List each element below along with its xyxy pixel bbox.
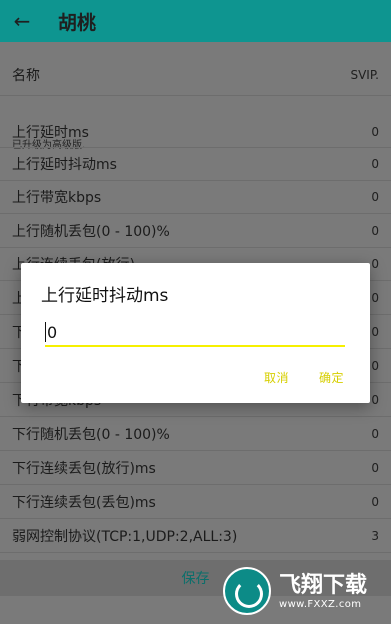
setting-value: 0 [371,426,379,441]
setting-value: 0 [371,190,379,204]
watermark: 飞翔下载 www.FXXZ.com [223,563,381,619]
watermark-text: 飞翔下载 www.FXXZ.com [279,573,367,610]
dialog-actions: 取消 确定 [264,369,344,386]
ok-button[interactable]: 确定 [319,369,344,386]
dialog-input-value: 0 [47,322,58,342]
setting-row[interactable]: 上行延时ms 0 [0,116,391,148]
setting-label: 上行延时ms [12,124,89,141]
setting-value: 0 [371,358,379,373]
save-button[interactable]: 保存 [182,568,210,588]
setting-row[interactable]: 下行连续丢包(放行)ms 0 [0,451,391,485]
setting-label: 上行延时抖动ms [12,157,117,173]
setting-value: 3 [371,528,379,543]
setting-label: 下行连续丢包(丢包)ms [12,494,156,511]
dialog-title: 上行延时抖动ms [41,286,169,306]
app-bar: ← 胡桃 [0,0,391,42]
name-value: SVIP. [350,67,379,82]
setting-value: 0 [371,392,379,407]
setting-value: 0 [371,257,379,271]
text-caret [45,322,46,342]
dialog-input[interactable]: 0 [45,319,345,347]
setting-label: 弱网控制协议(TCP:1,UDP:2,ALL:3) [12,528,238,545]
name-label: 名称 [12,67,40,84]
setting-value: 0 [371,157,379,171]
setting-value: 0 [371,324,379,339]
name-row[interactable]: 名称 SVIP. [0,54,391,96]
setting-row[interactable]: 上行随机丢包(0 - 100)% 0 [0,214,391,248]
setting-label: 下行随机丢包(0 - 100)% [12,426,170,443]
watermark-url: www.FXXZ.com [279,598,362,610]
arrow-left-icon: ← [13,9,31,33]
setting-label: 上行随机丢包(0 - 100)% [12,223,170,240]
watermark-brand: 飞翔下载 [279,572,368,598]
setting-value: 0 [371,290,379,305]
setting-row[interactable]: 下行随机丢包(0 - 100)% 0 [0,417,391,451]
cancel-button[interactable]: 取消 [264,369,289,386]
setting-label: 下行连续丢包(放行)ms [12,460,156,477]
setting-row[interactable]: 弱网控制协议(TCP:1,UDP:2,ALL:3) 3 [0,519,391,553]
input-dialog: 上行延时抖动ms 0 取消 确定 [21,263,370,403]
setting-row[interactable]: 上行延时抖动ms 0 [0,148,391,181]
setting-value: 0 [371,494,379,509]
setting-value: 0 [371,124,379,139]
page-title: 胡桃 [58,11,97,34]
setting-value: 0 [371,223,379,238]
setting-label: 上行带宽kbps [12,190,102,206]
watermark-logo-icon [223,567,271,615]
back-button[interactable]: ← [0,0,44,42]
setting-row[interactable]: 下行连续丢包(丢包)ms 0 [0,485,391,519]
setting-value: 0 [371,460,379,475]
setting-row[interactable]: 上行带宽kbps 0 [0,181,391,214]
